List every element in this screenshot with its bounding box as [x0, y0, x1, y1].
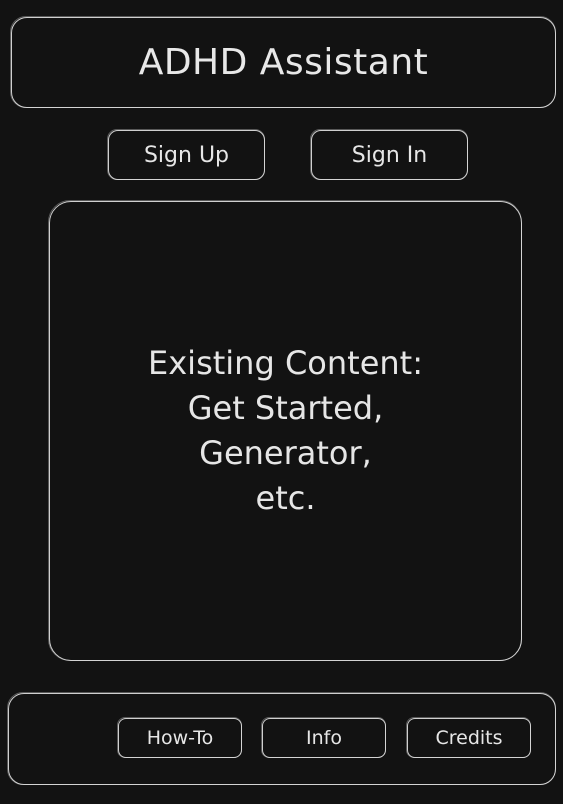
sign-in-button[interactable]: Sign In	[310, 129, 468, 180]
info-button[interactable]: Info	[261, 717, 386, 758]
sign-up-button[interactable]: Sign Up	[107, 129, 265, 180]
info-label: Info	[306, 727, 342, 749]
app-title: ADHD Assistant	[138, 42, 429, 83]
content-line: etc.	[255, 479, 316, 517]
main-content-panel: Existing Content: Get Started, Generator…	[48, 200, 522, 661]
credits-label: Credits	[435, 727, 503, 749]
header-bar: ADHD Assistant	[10, 16, 556, 108]
credits-button[interactable]: Credits	[406, 717, 531, 758]
how-to-button[interactable]: How-To	[117, 717, 242, 758]
how-to-label: How-To	[146, 727, 214, 749]
content-line: Get Started,	[187, 389, 384, 427]
sign-up-label: Sign Up	[143, 142, 230, 168]
content-line: Existing Content:	[148, 344, 423, 382]
content-line: Generator,	[199, 434, 372, 472]
content-placeholder: Existing Content: Get Started, Generator…	[148, 341, 423, 521]
sign-in-label: Sign In	[351, 142, 428, 168]
